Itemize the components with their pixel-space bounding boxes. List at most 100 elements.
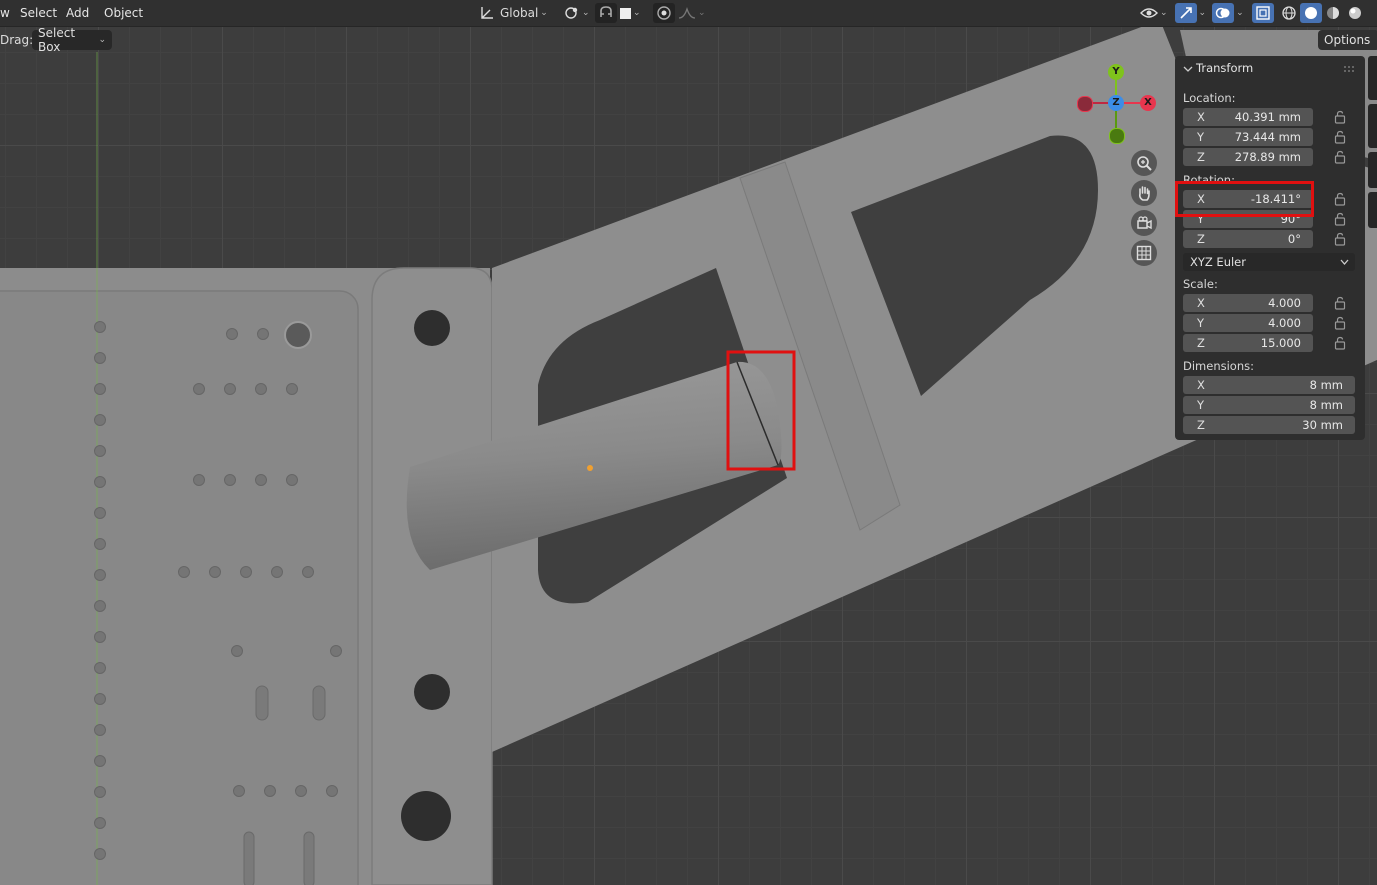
camera-icon[interactable] [1131,210,1157,236]
lock-icon[interactable] [1334,110,1346,124]
viewport-header: w Select Add Object Global ⌄ ⌄ ⌄ ⌄ ⌄ ⌄ ⌄ [0,0,1377,27]
location-x-field[interactable]: X 40.391 mm [1183,108,1313,126]
gizmo-x-axis[interactable]: X [1140,95,1156,111]
location-z-field[interactable]: Z 278.89 mm [1183,148,1313,166]
axis-label: X [1197,378,1205,392]
menu-select[interactable]: Select [20,6,57,20]
xray-toggle-icon[interactable] [1251,3,1274,23]
field-value: 0° [1287,232,1301,246]
transform-panel: Transform Location: X 40.391 mm Y 73.444 m… [1175,56,1365,440]
dimension-y-field[interactable]: Y 8 mm [1183,396,1355,414]
field-value: 278.89 mm [1234,150,1301,164]
chevron-down-icon: ⌄ [582,8,590,18]
material-shading-icon[interactable] [1322,3,1344,23]
tab-item[interactable] [1368,56,1377,100]
rotation-mode-dropdown[interactable]: XYZ Euler [1183,253,1355,271]
chevron-down-icon: ⌄ [540,8,548,18]
zoom-icon[interactable] [1131,150,1157,176]
menu-object[interactable]: Object [104,6,143,20]
lock-icon[interactable] [1334,232,1346,246]
object-origin [587,465,593,471]
axis-label: X [1197,296,1205,310]
scale-label: Scale: [1183,277,1218,291]
drag-handle-icon[interactable] [1343,65,1355,73]
3d-viewport[interactable]: Y X Z [0,0,1377,885]
field-value: 4.000 [1268,316,1301,330]
chevron-down-icon: ⌄ [633,8,641,18]
gizmo-toggle-icon[interactable] [1174,3,1197,23]
menu-view[interactable]: w [0,6,10,20]
menu-add[interactable]: Add [66,6,89,20]
falloff-icon[interactable]: ⌄ [675,3,709,23]
rendered-shading-icon[interactable] [1344,3,1366,23]
chevron-down-icon: ⌄ [698,8,706,18]
gizmo-z-axis[interactable]: Z [1108,95,1124,111]
field-value: 30 mm [1302,418,1343,432]
rotation-z-field[interactable]: Z 0° [1183,230,1313,248]
pivot-point-dropdown[interactable]: ⌄ [562,3,590,23]
pan-hand-icon[interactable] [1131,180,1157,206]
panel-title[interactable]: Transform [1196,61,1253,75]
transform-orientation-dropdown[interactable]: Global ⌄ [478,3,548,23]
axis-label: Y [1197,130,1205,144]
location-y-field[interactable]: Y 73.444 mm [1183,128,1313,146]
chevron-down-icon[interactable]: ⌄ [1236,8,1244,18]
axis-label: X [1197,110,1205,124]
options-dropdown[interactable]: Options ⌄ [1318,30,1377,50]
bolt-hole [401,791,451,841]
lock-icon[interactable] [1334,192,1346,206]
lock-icon[interactable] [1334,296,1346,310]
field-value: 73.444 mm [1234,130,1301,144]
tab-view[interactable] [1368,152,1377,188]
large-hole [284,321,312,349]
gizmo-neg-x-axis[interactable] [1077,96,1093,112]
chevron-down-icon [1340,259,1349,265]
grid-view-icon[interactable] [1131,240,1157,266]
tab-tool[interactable] [1368,104,1377,148]
select-box-label: Select Box [38,26,76,54]
drag-label: Drag: [0,33,34,47]
field-value: 40.391 mm [1234,110,1301,124]
wireframe-shading-icon[interactable] [1278,3,1300,23]
snap-toggle-icon[interactable] [595,3,617,23]
select-box-dropdown[interactable]: Select Box ⌄ [32,26,112,54]
chevron-down-icon[interactable]: ⌄ [1199,8,1207,18]
gizmo-y-axis[interactable]: Y [1108,64,1124,80]
field-value: 8 mm [1309,378,1343,392]
scale-y-field[interactable]: Y 4.000 [1183,314,1313,332]
scene-geometry [0,20,1377,885]
solid-shading-icon[interactable] [1299,3,1322,23]
chevron-down-icon: ⌄ [98,35,106,45]
dimension-x-field[interactable]: X 8 mm [1183,376,1355,394]
lock-icon[interactable] [1334,130,1346,144]
axis-label: Z [1197,418,1205,432]
axis-label: Z [1197,336,1205,350]
proportional-editing-icon[interactable] [653,3,675,23]
transform-orientation-label: Global [500,6,539,20]
gizmo-neg-y-axis[interactable] [1109,128,1125,144]
lock-icon[interactable] [1334,150,1346,164]
visibility-icon[interactable]: ⌄ [1137,3,1171,23]
scale-x-field[interactable]: X 4.000 [1183,294,1313,312]
overlays-icon[interactable] [1212,3,1235,23]
field-value: 4.000 [1268,296,1301,310]
options-label: Options [1324,33,1371,47]
location-label: Location: [1183,91,1236,105]
scale-z-field[interactable]: Z 15.000 [1183,334,1313,352]
sidebar-tabs [1368,56,1377,456]
snap-target-icon[interactable]: ⌄ [617,3,644,23]
lock-icon[interactable] [1334,316,1346,330]
bolt-hole [414,310,450,346]
axis-label: Z [1197,232,1205,246]
field-value: 8 mm [1309,398,1343,412]
lock-icon[interactable] [1334,212,1346,226]
axis-label: Z [1197,150,1205,164]
lock-icon[interactable] [1334,336,1346,350]
tab-edit[interactable] [1368,192,1377,228]
dimension-z-field[interactable]: Z 30 mm [1183,416,1355,434]
axis-label: Y [1197,316,1205,330]
chevron-down-icon[interactable] [1183,64,1193,74]
field-value: 15.000 [1260,336,1301,350]
rotation-mode-label: XYZ Euler [1190,255,1246,269]
axes-icon [481,7,493,19]
